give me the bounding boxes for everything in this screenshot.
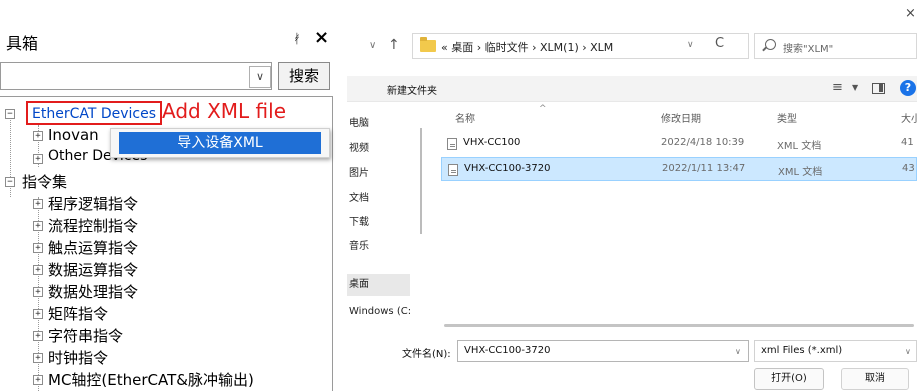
expand-icon[interactable]: + [33, 221, 43, 231]
tree-node-category[interactable]: 程序逻辑指令 [48, 193, 138, 214]
expand-icon[interactable]: + [33, 199, 43, 209]
view-menu-icon[interactable]: ≡ [832, 80, 843, 95]
open-button[interactable]: 打开(O) [754, 368, 824, 390]
file-type-filter-value: xml Files (*.xml) [761, 345, 843, 356]
pin-icon[interactable]: ᚯ [293, 32, 301, 47]
column-header-date[interactable]: 修改日期 [661, 110, 701, 125]
expand-icon[interactable]: + [33, 353, 43, 363]
file-date: 2022/4/18 10:39 [661, 137, 745, 148]
expand-icon[interactable]: + [33, 243, 43, 253]
tree-node-category[interactable]: 触点运算指令 [48, 237, 138, 258]
expand-icon[interactable]: + [33, 309, 43, 319]
xml-file-icon [447, 138, 457, 150]
toolbox-title: 具箱 [6, 34, 39, 53]
xml-file-icon [448, 164, 458, 176]
file-name: VHX-CC100-3720 [464, 163, 551, 174]
expand-icon[interactable]: + [33, 375, 43, 385]
column-header-type[interactable]: 类型 [777, 110, 797, 125]
refresh-icon[interactable]: C [715, 36, 724, 51]
new-folder-button[interactable]: 新建文件夹 [387, 82, 437, 97]
filename-label: 文件名(N): [402, 349, 451, 360]
toolbox-search-input[interactable]: ∨ [0, 62, 272, 90]
search-placeholder: 搜索"XLM" [783, 44, 834, 55]
file-type-filter[interactable]: xml Files (*.xml) ∨ [754, 340, 917, 362]
nav-item-downloads[interactable]: 下载 [347, 212, 410, 234]
search-button[interactable]: 搜索 [278, 62, 330, 90]
expand-icon[interactable]: + [33, 331, 43, 341]
tree-node-ethercat-devices[interactable]: EtherCAT Devices [26, 101, 163, 125]
cancel-button[interactable]: 取消 [841, 368, 909, 390]
file-row-selected[interactable]: VHX-CC100-3720 2022/1/11 13:47 XML 文档 43 [441, 157, 917, 181]
tree-node-category[interactable]: MC轴控(EtherCAT&脉冲输出) [48, 369, 254, 390]
file-size: 43 [902, 163, 915, 174]
recent-locations-icon[interactable]: ∨ [369, 40, 376, 51]
column-header-name[interactable]: 名称 [455, 110, 475, 125]
help-icon[interactable]: ? [900, 80, 916, 96]
expand-icon[interactable]: + [33, 154, 43, 164]
file-date: 2022/1/11 13:47 [662, 163, 746, 174]
filename-value[interactable]: VHX-CC100-3720 [464, 345, 550, 356]
expand-icon[interactable]: + [33, 265, 43, 275]
chevron-down-icon[interactable]: ▼ [852, 83, 858, 92]
file-name: VHX-CC100 [463, 137, 521, 148]
chevron-down-icon[interactable]: ∨ [735, 347, 741, 356]
tree-node-category[interactable]: 时钟指令 [48, 347, 108, 368]
close-icon[interactable]: × [905, 6, 916, 21]
tree-node-category[interactable]: 数据处理指令 [48, 281, 138, 302]
collapse-icon[interactable]: − [5, 109, 15, 119]
nav-item-pictures[interactable]: 图片 [347, 163, 410, 185]
chevron-down-icon[interactable]: ∨ [249, 66, 271, 88]
collapse-icon[interactable]: − [5, 177, 15, 187]
tree-node-instruction-set[interactable]: 指令集 [22, 171, 67, 192]
open-file-dialog: × ∨ ↑ « 桌面 › 临时文件 › XLM(1) › XLM ∨ C 搜索"… [347, 0, 917, 391]
navigation-pane: 电脑 视频 图片 文档 下载 音乐 桌面 Windows (C:) [347, 102, 410, 324]
tree-node-category[interactable]: 矩阵指令 [48, 303, 108, 324]
file-type: XML 文档 [778, 167, 823, 178]
nav-item-documents[interactable]: 文档 [347, 188, 410, 210]
nav-item-videos[interactable]: 视频 [347, 138, 410, 160]
up-arrow-icon[interactable]: ↑ [388, 37, 400, 53]
filename-input[interactable]: VHX-CC100-3720 ∨ [457, 340, 749, 362]
context-menu: 导入设备XML [110, 128, 330, 158]
nav-item-desktop[interactable]: 桌面 [347, 274, 410, 296]
column-header-size[interactable]: 大小 [901, 110, 917, 125]
add-xml-annotation: Add XML file [162, 99, 286, 123]
file-list: ^ 名称 修改日期 类型 大小 VHX-CC100 2022/4/18 10:3… [429, 102, 917, 324]
close-icon[interactable]: × [314, 27, 329, 48]
file-size: 41 [901, 137, 914, 148]
tree-node-category[interactable]: 流程控制指令 [48, 215, 138, 236]
nav-item-music[interactable]: 音乐 [347, 236, 410, 258]
preview-pane-icon[interactable] [872, 83, 885, 94]
nav-item-windows-c[interactable]: Windows (C:) [347, 301, 410, 323]
chevron-down-icon[interactable]: ∨ [687, 40, 694, 50]
tree-node-category[interactable]: 字符串指令 [48, 325, 123, 346]
search-icon [765, 39, 776, 50]
horizontal-scrollbar[interactable] [444, 324, 914, 327]
command-bar: 新建文件夹 ≡ ▼ ? [347, 76, 917, 102]
address-bar[interactable]: « 桌面 › 临时文件 › XLM(1) › XLM [412, 33, 749, 59]
search-input[interactable]: 搜索"XLM" [754, 33, 917, 59]
tree-node-category[interactable]: 数据运算指令 [48, 259, 138, 280]
expand-icon[interactable]: + [33, 131, 43, 141]
file-type: XML 文档 [777, 141, 822, 152]
address-path[interactable]: « 桌面 › 临时文件 › XLM(1) › XLM [441, 39, 613, 55]
nav-scrollbar[interactable] [420, 128, 422, 234]
file-row[interactable]: VHX-CC100 2022/4/18 10:39 XML 文档 41 [441, 132, 917, 156]
chevron-down-icon[interactable]: ∨ [905, 347, 911, 356]
expand-icon[interactable]: + [33, 287, 43, 297]
sort-caret-icon: ^ [539, 104, 547, 114]
toolbox-panel: 具箱 ᚯ × ∨ 搜索 − EtherCAT Devices Add XML f… [0, 0, 338, 391]
nav-item-computer[interactable]: 电脑 [347, 113, 410, 135]
tree-node-inovance[interactable]: Inovan [48, 126, 99, 144]
import-device-xml-menu-item[interactable]: 导入设备XML [119, 132, 321, 154]
folder-icon [420, 37, 436, 52]
